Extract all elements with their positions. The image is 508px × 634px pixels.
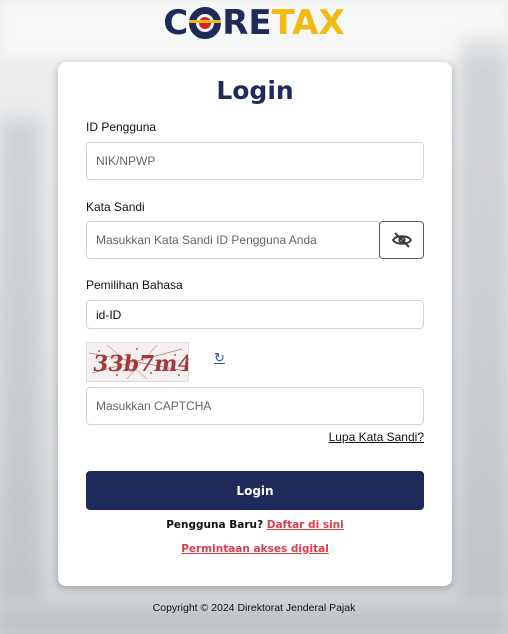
logo-text-c: C <box>163 3 189 43</box>
captcha-input[interactable]: Masukkan CAPTCHA <box>86 387 424 425</box>
background-panel <box>460 40 508 600</box>
logo-o-emblem-icon <box>189 7 222 39</box>
coretax-logo: C RE TAX <box>0 3 508 43</box>
language-select[interactable]: id-ID <box>86 300 424 329</box>
language-label: Pemilihan Bahasa <box>86 278 183 292</box>
logo-text-tax: TAX <box>271 3 345 43</box>
new-user-row: Pengguna Baru? Daftar di sini <box>58 519 452 531</box>
captcha-image: 33b7m4 <box>86 342 195 382</box>
digital-access-row: Permintaan akses digital <box>58 543 452 555</box>
password-label: Kata Sandi <box>86 200 145 214</box>
password-input[interactable]: Masukkan Kata Sandi ID Pengguna Anda <box>86 221 380 259</box>
login-card: Login ID Pengguna NIK/NPWP Kata Sandi Ma… <box>58 62 452 586</box>
background-panel <box>0 120 40 600</box>
captcha-text: 33b7m4 <box>91 351 188 377</box>
user-id-input[interactable]: NIK/NPWP <box>86 142 424 180</box>
toggle-password-visibility-button[interactable] <box>379 221 424 259</box>
user-id-label: ID Pengguna <box>86 120 157 134</box>
forgot-password-link[interactable]: Lupa Kata Sandi? <box>329 430 424 444</box>
login-button[interactable]: Login <box>86 471 424 510</box>
copyright-text: Copyright © 2024 Direktorat Jenderal Paj… <box>152 602 356 614</box>
eye-slash-icon <box>391 232 412 248</box>
register-link[interactable]: Daftar di sini <box>267 519 344 531</box>
new-user-text: Pengguna Baru? <box>166 519 264 531</box>
refresh-captcha-icon[interactable]: ↻ <box>214 350 225 366</box>
digital-access-link[interactable]: Permintaan akses digital <box>181 543 329 555</box>
login-title: Login <box>216 76 294 105</box>
logo-text-re: RE <box>222 3 272 43</box>
captcha-noise: 33b7m4 <box>88 344 195 380</box>
